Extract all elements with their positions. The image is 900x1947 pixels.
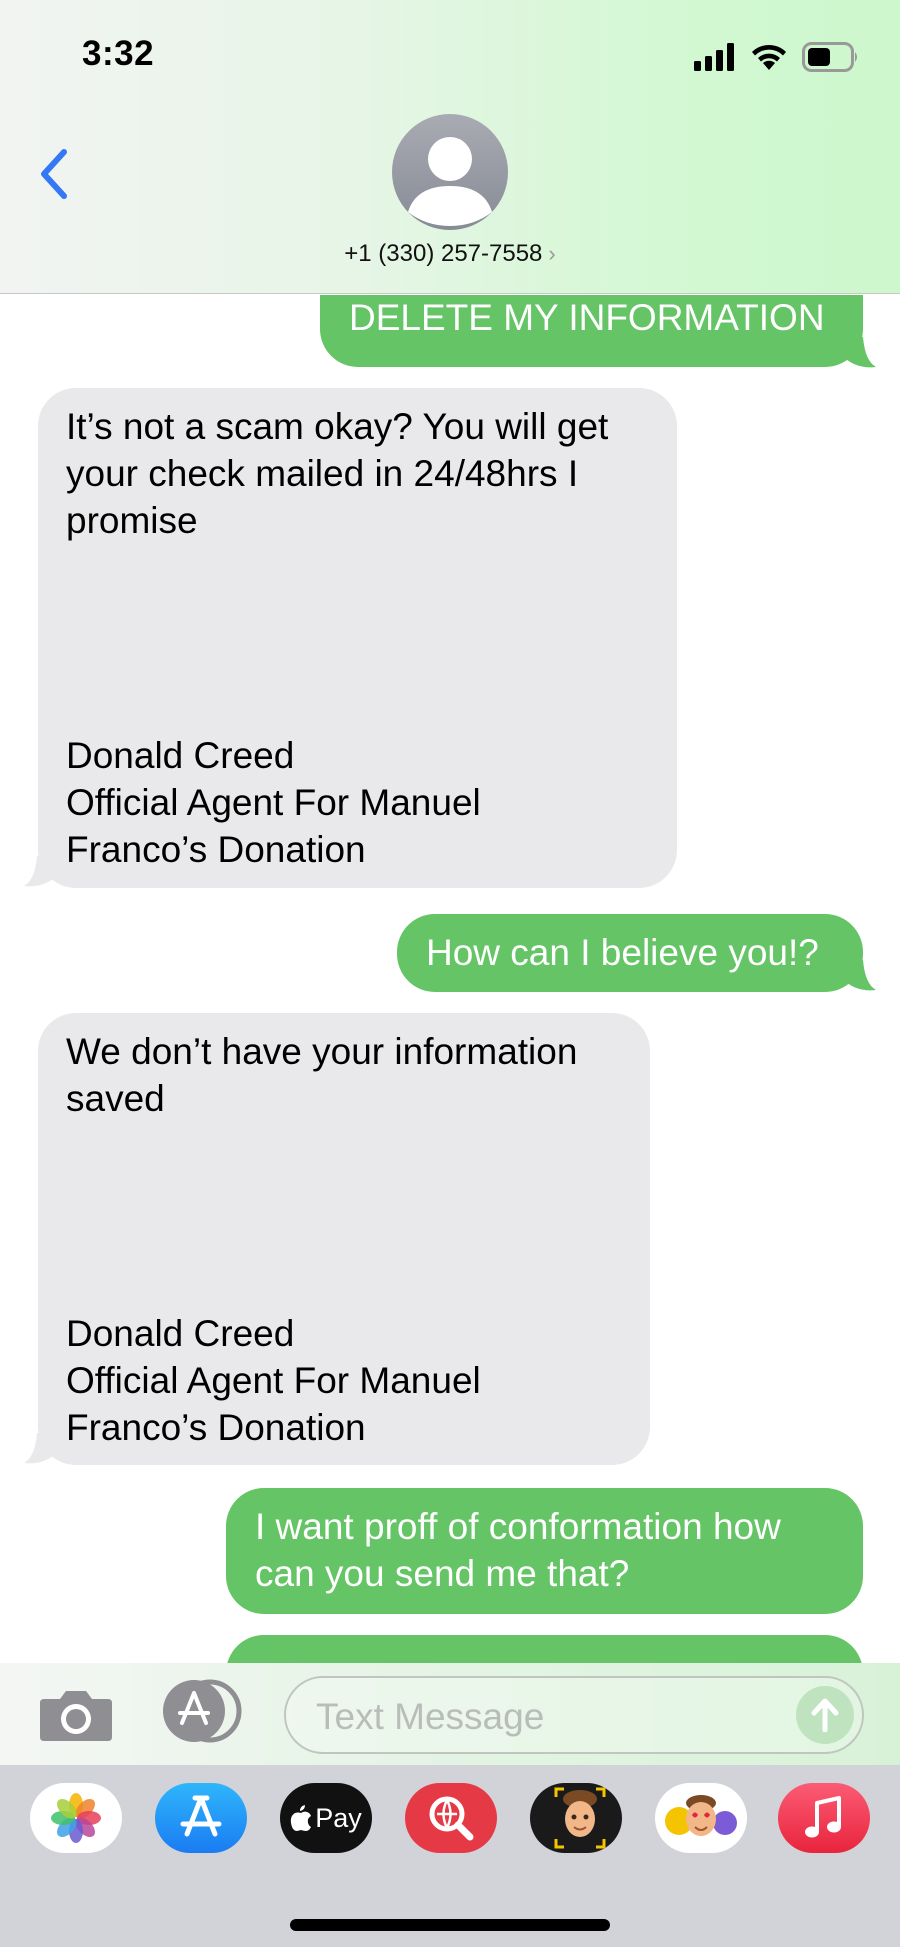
message-line: promise xyxy=(66,500,198,541)
wifi-icon xyxy=(752,44,786,70)
apple-pay-button[interactable]: Pay xyxy=(280,1783,372,1853)
status-time: 3:32 xyxy=(82,34,155,73)
bubble-tail xyxy=(24,856,54,887)
imessage-app-drawer: Pay xyxy=(0,1765,900,1947)
memoji-stickers-button[interactable] xyxy=(655,1783,747,1853)
person-silhouette-icon xyxy=(408,137,492,226)
message-line: Donald Creed xyxy=(66,735,295,776)
contact-avatar[interactable] xyxy=(392,114,508,230)
message-thread[interactable]: DELETE MY INFORMATION It’s not a scam ok… xyxy=(0,295,900,1663)
message-line: Franco’s Donation xyxy=(66,1407,366,1448)
compose-bar: Text Message xyxy=(0,1663,900,1765)
contact-name-button[interactable]: +1 (330) 257-7558 › xyxy=(0,240,900,268)
message-line: saved xyxy=(66,1078,165,1119)
message-line: can you send me that? xyxy=(255,1553,630,1594)
message-line: I want proff of conformation how xyxy=(255,1506,781,1547)
text-message-placeholder: Text Message xyxy=(316,1696,545,1737)
message-line xyxy=(66,544,677,591)
photos-app-button[interactable] xyxy=(30,1783,122,1853)
message-text: DELETE MY INFORMATION xyxy=(349,297,825,338)
camera-icon[interactable] xyxy=(38,1687,114,1743)
text-message-input[interactable]: Text Message xyxy=(284,1676,864,1754)
message-line: Official Agent For Manuel xyxy=(66,1360,481,1401)
arrow-up-icon xyxy=(811,1698,839,1732)
bubble-tail xyxy=(24,1433,54,1464)
music-icon xyxy=(805,1796,841,1838)
chevron-right-icon: › xyxy=(548,241,556,266)
message-bubble-outgoing-partial[interactable] xyxy=(226,1635,863,1663)
message-line: Donald Creed xyxy=(66,1313,295,1354)
contact-number: +1 (330) 257-7558 xyxy=(344,240,543,267)
message-line xyxy=(66,591,677,638)
memoji-button[interactable] xyxy=(530,1783,622,1853)
apple-pay-icon xyxy=(291,1805,312,1831)
message-line xyxy=(66,1216,650,1263)
app-store-button[interactable] xyxy=(155,1783,247,1853)
memoji-icon xyxy=(554,1787,606,1849)
conversation-header: 3:32 +1 (330) 257-7558 › xyxy=(0,0,900,294)
memoji-stickers-icon xyxy=(665,1795,737,1836)
message-text: How can I believe you!? xyxy=(426,932,819,973)
app-store-icon xyxy=(180,1795,222,1837)
send-button[interactable] xyxy=(796,1686,854,1744)
bubble-tail xyxy=(846,337,876,368)
message-line xyxy=(66,1263,650,1310)
message-line: Franco’s Donation xyxy=(66,829,366,870)
web-search-icon xyxy=(429,1796,474,1841)
bubble-tail xyxy=(846,960,876,991)
message-line xyxy=(66,1169,650,1216)
apple-pay-label: Pay xyxy=(315,1802,362,1833)
music-button[interactable] xyxy=(778,1783,870,1853)
home-indicator[interactable] xyxy=(290,1919,610,1931)
message-line xyxy=(66,685,677,732)
message-line: It’s not a scam okay? You will get xyxy=(66,406,609,447)
battery-icon xyxy=(802,42,857,72)
message-line: We don’t have your information xyxy=(66,1031,578,1072)
photos-icon xyxy=(51,1793,101,1843)
status-icons xyxy=(694,40,860,74)
back-chevron-icon[interactable] xyxy=(34,146,74,202)
web-search-button[interactable] xyxy=(405,1783,497,1853)
message-line xyxy=(66,638,677,685)
cellular-signal-icon xyxy=(694,43,734,71)
message-line: your check mailed in 24/48hrs I xyxy=(66,453,579,494)
message-line xyxy=(66,1122,650,1169)
message-line: Official Agent For Manuel xyxy=(66,782,481,823)
app-store-apps-icon[interactable] xyxy=(160,1679,246,1743)
